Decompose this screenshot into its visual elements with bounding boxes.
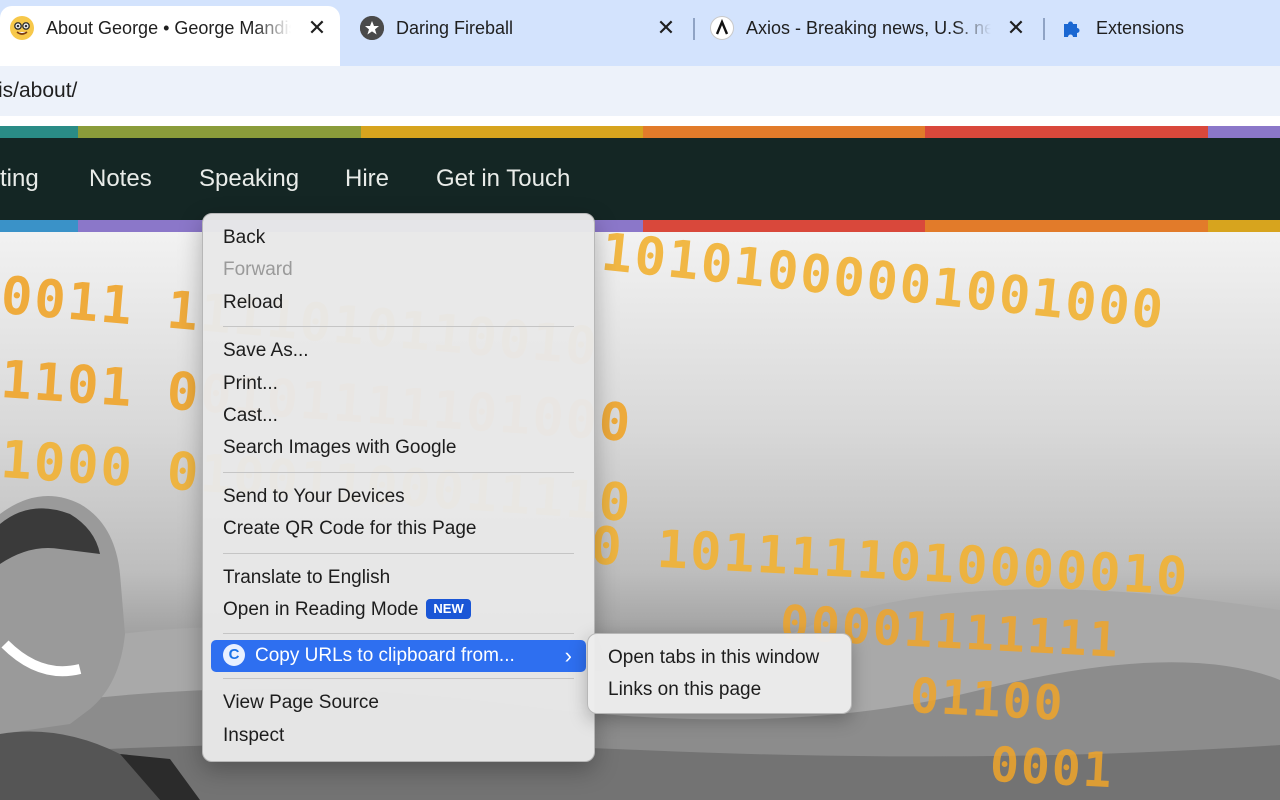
submenu-item-links-on-page[interactable]: Links on this page xyxy=(588,674,851,706)
menu-item-back[interactable]: Back xyxy=(203,222,594,254)
stripe-segment xyxy=(0,126,78,138)
menu-item-translate[interactable]: Translate to English xyxy=(203,562,594,594)
menu-item-save-as[interactable]: Save As... xyxy=(203,335,594,367)
stripe-segment xyxy=(361,126,643,138)
tab-about-george[interactable]: About George • George Mandis ✕ xyxy=(0,6,340,66)
tab-close-icon[interactable]: ✕ xyxy=(654,16,678,40)
tab-close-icon[interactable]: ✕ xyxy=(1004,16,1028,40)
context-menu: Back Forward Reload Save As... Print... … xyxy=(202,213,595,762)
address-bar[interactable]: is/about/ xyxy=(0,66,1280,116)
tab-title: Extensions xyxy=(1096,18,1185,38)
color-stripe-top xyxy=(0,126,1280,138)
menu-separator xyxy=(223,552,574,554)
chevron-right-icon: › xyxy=(564,643,572,669)
stripe-segment xyxy=(925,220,1208,232)
submenu-item-open-tabs[interactable]: Open tabs in this window xyxy=(588,642,851,674)
stripe-segment xyxy=(643,220,925,232)
nav-get-in-touch[interactable]: Get in Touch xyxy=(436,138,570,220)
hero-image: 10101000001001000 0011 1111010110010 110… xyxy=(0,232,1280,800)
nav-speaking[interactable]: Speaking xyxy=(199,138,299,220)
stripe-segment xyxy=(925,126,1208,138)
menu-item-send-to-devices[interactable]: Send to Your Devices xyxy=(203,481,594,513)
axios-logo-icon xyxy=(710,16,734,40)
new-badge: NEW xyxy=(426,598,471,619)
menu-separator xyxy=(223,633,574,635)
stripe-segment xyxy=(1208,220,1280,232)
tab-separator xyxy=(693,18,695,40)
menu-item-copy-urls[interactable]: Copy URLs to clipboard from... › xyxy=(211,640,586,673)
menu-item-label: Copy URLs to clipboard from... xyxy=(255,645,515,667)
menu-item-search-images[interactable]: Search Images with Google xyxy=(203,432,594,464)
menu-separator xyxy=(223,471,574,473)
puzzle-piece-icon xyxy=(1060,16,1084,40)
tab-title: About George • George Mandis xyxy=(46,18,291,38)
binary-row: 0001 xyxy=(988,736,1115,800)
tab-strip: About George • George Mandis ✕ Daring Fi… xyxy=(0,0,1280,66)
color-stripe-bottom xyxy=(0,220,1280,232)
menu-item-view-source[interactable]: View Page Source xyxy=(203,687,594,719)
tab-axios[interactable]: Axios - Breaking news, U.S. news ✕ xyxy=(710,6,1040,66)
tab-extensions[interactable]: Extensions xyxy=(1060,6,1280,66)
stripe-segment xyxy=(0,220,78,232)
nav-notes[interactable]: Notes xyxy=(89,138,152,220)
binary-row: 10101000001001000 xyxy=(598,232,1168,342)
stripe-segment xyxy=(1208,126,1280,138)
menu-item-reload[interactable]: Reload xyxy=(203,287,594,319)
copy-urls-submenu: Open tabs in this window Links on this p… xyxy=(587,633,852,714)
menu-item-create-qr-code[interactable]: Create QR Code for this Page xyxy=(203,513,594,545)
tab-daring-fireball[interactable]: Daring Fireball ✕ xyxy=(360,6,690,66)
menu-separator xyxy=(223,326,574,328)
tab-close-icon[interactable]: ✕ xyxy=(305,16,329,40)
menu-item-reading-mode[interactable]: Open in Reading Mode NEW xyxy=(203,594,594,626)
menu-item-print[interactable]: Print... xyxy=(203,368,594,400)
nav-hire[interactable]: Hire xyxy=(345,138,389,220)
tab-title: Axios - Breaking news, U.S. news xyxy=(746,18,991,38)
tab-separator xyxy=(1043,18,1045,40)
emoji-nerd-face-icon xyxy=(10,16,34,40)
menu-item-cast[interactable]: Cast... xyxy=(203,400,594,432)
stripe-segment xyxy=(78,126,361,138)
nav-writing[interactable]: ting xyxy=(0,138,39,220)
stripe-segment xyxy=(643,126,925,138)
binary-row: 01100 xyxy=(908,667,1066,733)
tab-title: Daring Fireball xyxy=(396,18,514,38)
person-portrait xyxy=(0,496,200,800)
copy-urls-extension-icon xyxy=(223,644,245,667)
url-text: is/about/ xyxy=(0,79,78,102)
url-field[interactable]: is/about/ xyxy=(0,66,1280,116)
menu-item-inspect[interactable]: Inspect xyxy=(203,720,594,752)
menu-separator xyxy=(223,678,574,680)
menu-item-forward: Forward xyxy=(223,259,293,281)
menu-item-label: Open in Reading Mode xyxy=(223,598,419,620)
site-navbar: ting Notes Speaking Hire Get in Touch xyxy=(0,138,1280,220)
star-icon xyxy=(360,16,384,40)
